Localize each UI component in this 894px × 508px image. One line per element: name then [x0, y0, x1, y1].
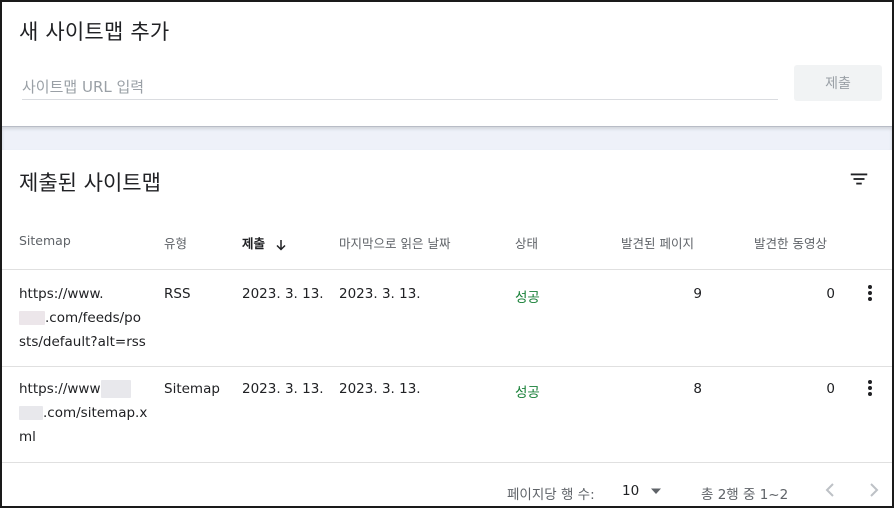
- sitemap-url-line: ml: [19, 429, 36, 445]
- column-header-videos[interactable]: 발견한 동영상: [754, 233, 827, 252]
- add-sitemap-title: 새 사이트맵 추가: [19, 20, 170, 44]
- column-header-last-read[interactable]: 마지막으로 읽은 날짜: [339, 233, 450, 252]
- redacted-domain: [19, 311, 45, 325]
- column-header-submitted[interactable]: 제출: [242, 233, 287, 252]
- type-cell: Sitemap: [164, 381, 220, 397]
- column-header-sitemap[interactable]: Sitemap: [19, 233, 71, 248]
- column-header-status[interactable]: 상태: [515, 233, 538, 252]
- column-header-type[interactable]: 유형: [164, 233, 187, 252]
- window-frame: 새 사이트맵 추가 제출 제출된 사이트맵 Sitemap 유형 제출 마지막으…: [0, 0, 894, 508]
- row-divider: [2, 366, 892, 367]
- rows-per-page-label: 페이지당 행 수:: [507, 487, 595, 503]
- sitemap-url-line: .com/feeds/po: [19, 306, 149, 330]
- pages-count-cell: 8: [693, 381, 702, 397]
- section-divider: [2, 126, 892, 150]
- sitemap-url-segment: https://www: [19, 381, 101, 397]
- status-badge: 성공: [515, 385, 540, 401]
- submitted-sitemaps-title: 제출된 사이트맵: [19, 171, 161, 195]
- last-read-date-cell: 2023. 3. 13.: [339, 381, 421, 397]
- sitemap-url-segment: .com/feeds/po: [45, 310, 142, 326]
- submitted-date-cell: 2023. 3. 13.: [242, 381, 324, 397]
- more-vert-icon[interactable]: [860, 377, 880, 401]
- arrow-down-icon: [276, 239, 286, 251]
- sitemap-url-line: https://www: [19, 377, 149, 401]
- redacted-domain: [100, 380, 131, 398]
- submit-button[interactable]: 제출: [794, 65, 882, 101]
- caret-down-icon: [651, 488, 661, 494]
- pages-count-cell: 9: [693, 286, 702, 302]
- rows-per-page-value: 10: [622, 483, 640, 499]
- sitemap-url-line: https://www.: [19, 286, 104, 302]
- sitemap-url-line: .com/sitemap.x: [19, 401, 149, 425]
- submitted-sitemaps-card: 제출된 사이트맵 Sitemap 유형 제출 마지막으로 읽은 날짜 상태 발견…: [2, 150, 892, 506]
- header-divider: [2, 269, 892, 270]
- column-header-pages[interactable]: 발견된 페이지: [621, 233, 694, 252]
- more-vert-icon[interactable]: [860, 282, 880, 306]
- filter-icon[interactable]: [848, 168, 870, 190]
- row-divider: [2, 462, 892, 463]
- pagination-range: 총 2행 중 1~2: [701, 487, 789, 503]
- type-cell: RSS: [164, 286, 191, 302]
- videos-count-cell: 0: [826, 286, 835, 302]
- sitemap-url-cell[interactable]: https://www .com/sitemap.x ml: [19, 377, 149, 449]
- videos-count-cell: 0: [826, 381, 835, 397]
- sitemap-url-input[interactable]: [22, 74, 778, 100]
- chevron-left-icon[interactable]: [818, 476, 842, 504]
- sitemap-url-line: sts/default?alt=rss: [19, 334, 146, 350]
- submitted-date-cell: 2023. 3. 13.: [242, 286, 324, 302]
- status-badge: 성공: [515, 290, 540, 306]
- add-sitemap-card: 새 사이트맵 추가 제출: [2, 2, 892, 126]
- last-read-date-cell: 2023. 3. 13.: [339, 286, 421, 302]
- sitemap-url-cell[interactable]: https://www. .com/feeds/po sts/default?a…: [19, 282, 149, 354]
- sitemap-url-segment: .com/sitemap.x: [43, 405, 148, 421]
- chevron-right-icon[interactable]: [862, 476, 886, 504]
- column-header-submitted-label: 제출: [242, 236, 266, 251]
- redacted-domain: [19, 406, 43, 420]
- rows-per-page-select[interactable]: 10: [620, 479, 670, 503]
